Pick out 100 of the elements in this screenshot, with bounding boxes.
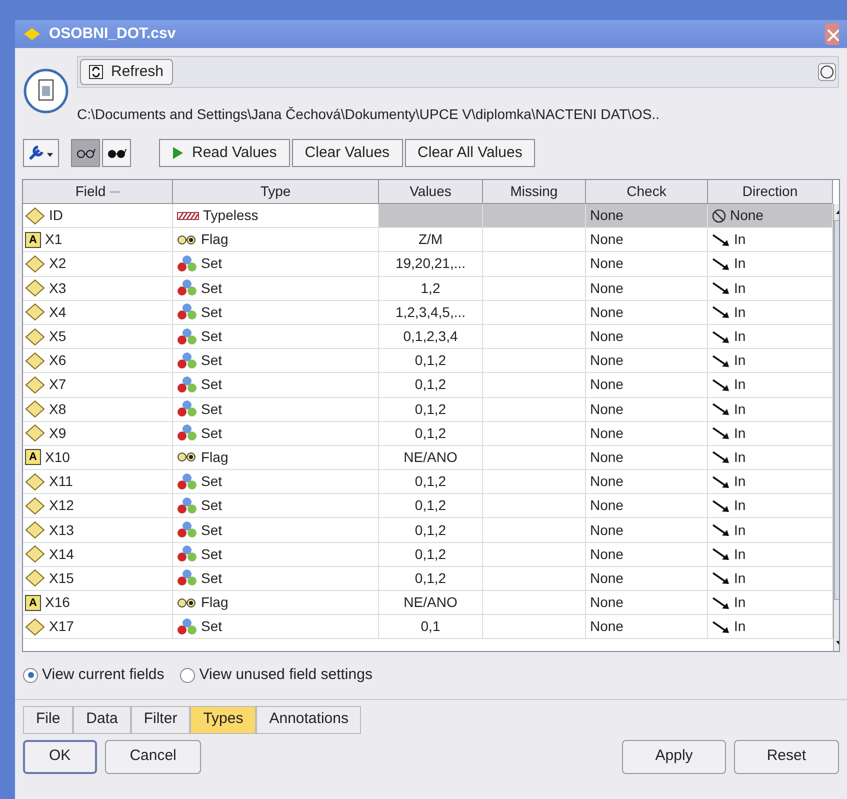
three-balls-icon <box>177 254 197 273</box>
tab[interactable]: File <box>23 706 74 734</box>
type-label: Set <box>201 496 222 516</box>
tools-menu-button[interactable] <box>23 139 59 167</box>
type-label: Set <box>201 424 222 443</box>
diamond-icon <box>25 279 45 298</box>
field-name: X9 <box>49 424 66 443</box>
check-cell: None <box>586 591 708 616</box>
close-button[interactable] <box>825 23 839 45</box>
check-cell: None <box>586 494 708 518</box>
three-balls-icon <box>177 569 197 588</box>
three-balls-icon <box>177 328 197 346</box>
three-balls-icon <box>177 545 197 564</box>
field-name: X16 <box>45 593 70 612</box>
diamond-icon <box>25 352 45 370</box>
tab[interactable]: Data <box>73 706 131 734</box>
dialog-button[interactable]: Reset <box>734 740 839 774</box>
check-cell: None <box>586 566 708 591</box>
diamond-icon <box>23 27 41 41</box>
check-cell: None <box>586 276 708 301</box>
radio-option[interactable]: View current fields <box>23 664 164 686</box>
arrow-down-right-icon <box>712 571 730 586</box>
check-cell: None <box>586 518 708 543</box>
diamond-icon <box>25 618 45 636</box>
field-name: X12 <box>49 496 74 516</box>
refresh-icon <box>89 65 103 79</box>
arrow-down-right-icon <box>712 426 730 440</box>
three-balls-icon <box>177 618 197 636</box>
type-label: Set <box>201 544 222 564</box>
direction-label: In <box>734 544 746 564</box>
type-label: Set <box>201 617 222 636</box>
field-name: X2 <box>49 254 66 274</box>
values-cell: 1,2,3,4,5,... <box>379 300 483 325</box>
values-cell: NE/ANO <box>379 591 483 616</box>
direction-label: In <box>734 520 746 540</box>
values-cell: Z/M <box>379 228 483 252</box>
check-cell: None <box>586 324 708 350</box>
three-balls-icon <box>177 376 197 394</box>
field-name: X10 <box>45 448 70 467</box>
three-balls-icon <box>177 400 197 418</box>
arrow-down-right-icon <box>712 547 730 562</box>
values-cell: 0,1,2,3,4 <box>379 324 483 350</box>
radio-option[interactable]: View unused field settings <box>180 664 372 686</box>
action-button[interactable]: Clear All Values <box>404 139 536 167</box>
values-cell: 0,1,2 <box>379 518 483 543</box>
field-name: X11 <box>49 472 73 492</box>
direction-label: In <box>734 254 746 274</box>
diamond-icon <box>25 521 45 540</box>
arrow-down-right-icon <box>712 232 730 247</box>
diamond-icon <box>25 328 45 346</box>
field-name: X6 <box>49 351 66 370</box>
diamond-icon <box>25 376 45 394</box>
values-cell: 19,20,21,... <box>379 252 483 277</box>
values-cell: 0,1,2 <box>379 542 483 567</box>
arrow-down-right-icon <box>712 305 730 320</box>
arrow-down-right-icon <box>712 354 730 368</box>
type-label: Set <box>201 472 222 492</box>
arrow-down-right-icon <box>712 474 730 489</box>
type-label: Flag <box>201 448 228 467</box>
values-cell: 0,1,2 <box>379 494 483 518</box>
type-label: Set <box>201 254 222 274</box>
diamond-icon <box>25 206 45 225</box>
values-cell: 0,1,2 <box>379 349 483 374</box>
type-label: Set <box>201 375 222 394</box>
glasses-button[interactable] <box>102 139 131 167</box>
arrow-down-right-icon <box>712 523 730 538</box>
wrench-icon <box>28 145 54 161</box>
dialog-button[interactable]: Cancel <box>104 740 202 774</box>
glasses-button[interactable] <box>71 139 100 167</box>
arrow-down-right-icon <box>712 402 730 416</box>
values-cell: 0,1,2 <box>379 373 483 398</box>
values-cell: NE/ANO <box>379 446 483 470</box>
action-button[interactable]: Read Values <box>159 139 290 167</box>
no-sign-icon <box>712 208 726 223</box>
tab[interactable]: Types <box>190 706 256 734</box>
close-icon <box>825 27 839 41</box>
values-cell: 0,1,2 <box>379 398 483 422</box>
direction-label: In <box>734 593 746 612</box>
column-header[interactable]: Field <box>23 180 173 204</box>
check-cell: None <box>586 398 708 422</box>
refresh-button[interactable]: Refresh <box>80 59 173 85</box>
action-button[interactable]: Clear Values <box>292 139 403 167</box>
check-cell: None <box>586 349 708 374</box>
dialog-button[interactable]: OK <box>23 740 97 774</box>
tab[interactable]: Annotations <box>256 706 362 734</box>
two-circles-icon <box>177 452 197 462</box>
dialog-button[interactable]: Apply <box>622 740 726 774</box>
arrow-down-right-icon <box>712 378 730 392</box>
arrow-down-right-icon <box>712 281 730 296</box>
check-cell: None <box>586 615 708 640</box>
tab[interactable]: Filter <box>130 706 190 734</box>
field-name: ID <box>49 206 63 226</box>
diamond-icon <box>25 424 45 442</box>
glasses-icon <box>106 148 126 158</box>
values-cell: 0,1,2 <box>379 422 483 446</box>
column-header[interactable]: Type <box>173 180 379 204</box>
direction-label: In <box>734 617 746 636</box>
arrow-down-right-icon <box>712 596 730 610</box>
check-cell: None <box>586 252 708 277</box>
document-icon <box>23 68 69 114</box>
